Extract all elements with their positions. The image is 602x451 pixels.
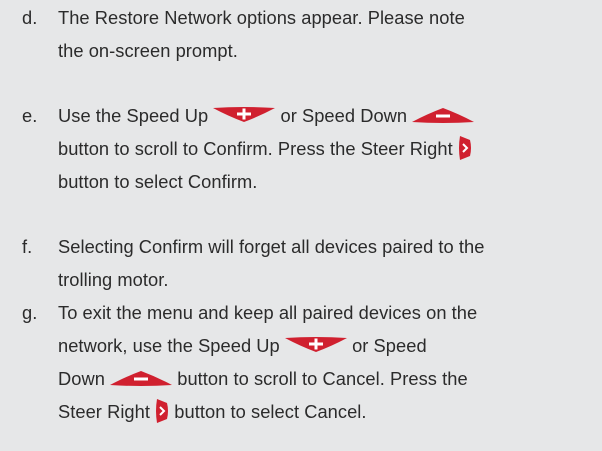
step-body: To exit the menu and keep all paired dev… [58, 296, 590, 428]
step-text-line: button to scroll to Confirm. Press the S… [58, 132, 590, 165]
step-text-line: button to select Confirm. [58, 171, 258, 192]
step-text: or Speed Down [280, 105, 408, 126]
steer-right-button-icon [155, 399, 169, 424]
step-text: button to select Cancel. [174, 401, 367, 422]
step-body: Use the Speed Up or Speed Down button to… [58, 99, 590, 198]
step-e: e. Use the Speed Up or Speed Down button… [22, 99, 590, 198]
speed-down-button-icon [412, 107, 475, 124]
step-body: The Restore Network options appear. Plea… [58, 1, 590, 67]
step-body: Selecting Confirm will forget all device… [58, 230, 590, 296]
step-g: g. To exit the menu and keep all paired … [22, 296, 590, 428]
step-f: f. Selecting Confirm will forget all dev… [22, 230, 590, 296]
step-text-line: To exit the menu and keep all paired dev… [58, 302, 478, 323]
step-text-line: the on-screen prompt. [58, 40, 238, 61]
step-text: button to scroll to Cancel. Press the [177, 368, 468, 389]
step-text-line: Down button to scroll to Cancel. Press t… [58, 362, 590, 395]
speed-down-button-icon [110, 370, 173, 387]
step-marker: f. [22, 236, 33, 257]
step-marker: e. [22, 105, 38, 126]
step-text: Use the Speed Up [58, 105, 209, 126]
step-marker: d. [22, 7, 38, 28]
step-text: network, use the Speed Up [58, 335, 280, 356]
step-text: or Speed [352, 335, 427, 356]
step-text-line: The Restore Network options appear. Plea… [58, 7, 465, 28]
step-text-line: trolling motor. [58, 269, 169, 290]
step-d: d. The Restore Network options appear. P… [22, 1, 590, 67]
step-marker: g. [22, 302, 38, 323]
step-text-line: Steer Right button to select Cancel. [58, 395, 590, 428]
speed-up-button-icon [213, 107, 276, 123]
speed-up-button-icon [284, 337, 347, 353]
step-text-line: Selecting Confirm will forget all device… [58, 236, 485, 257]
steer-right-button-icon [458, 136, 472, 161]
step-text: button to scroll to Confirm. Press the S… [58, 138, 453, 159]
manual-page: d. The Restore Network options appear. P… [0, 0, 602, 451]
step-text: Steer Right [58, 401, 151, 422]
step-text-line: Use the Speed Up or Speed Down [58, 99, 590, 132]
step-text-line: network, use the Speed Up or Speed [58, 329, 590, 362]
step-text: Down [58, 368, 105, 389]
